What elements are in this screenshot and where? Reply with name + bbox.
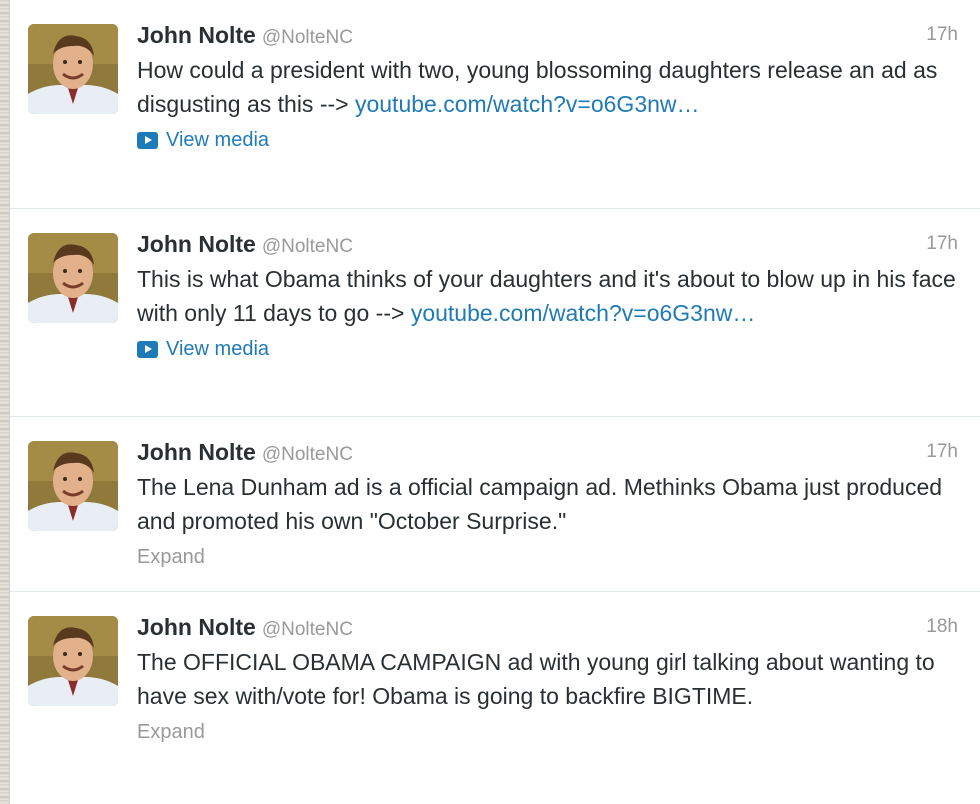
author-handle[interactable]: @NolteNC <box>262 236 353 257</box>
tweet-text: The Lena Dunham ad is a official campaig… <box>137 470 958 538</box>
expand-button[interactable]: Expand <box>137 717 958 747</box>
avatar-photo <box>28 24 118 114</box>
tweet-content: John Nolte @NolteNC 17h How could a presi… <box>137 20 958 155</box>
tweet-content: John Nolte @NolteNC 17h The Lena Dunham a… <box>137 437 958 572</box>
view-media-label: View media <box>166 338 270 360</box>
author-name[interactable]: John Nolte <box>137 439 256 465</box>
twitter-timeline-screenshot: John Nolte @NolteNC 17h How could a presi… <box>0 0 980 804</box>
expand-label: Expand <box>137 546 205 568</box>
expand-button[interactable]: Expand <box>137 542 958 572</box>
tweet-item[interactable]: John Nolte @NolteNC 17h The Lena Dunham a… <box>10 417 980 592</box>
tweet-header: John Nolte @NolteNC 17h <box>137 229 958 259</box>
media-play-icon <box>137 131 158 149</box>
tweet-text: How could a president with two, young bl… <box>137 53 958 121</box>
tweet-content: John Nolte @NolteNC 17h This is what Obam… <box>137 229 958 364</box>
tweet-header: John Nolte @NolteNC 18h <box>137 612 958 642</box>
tweet-item[interactable]: John Nolte @NolteNC 18h The OFFICIAL OBAM… <box>10 592 980 804</box>
media-play-icon <box>137 340 158 358</box>
tweet-text: The OFFICIAL OBAMA CAMPAIGN ad with youn… <box>137 645 958 713</box>
avatar[interactable] <box>28 233 118 323</box>
author-name[interactable]: John Nolte <box>137 22 256 48</box>
tweet-body: The OFFICIAL OBAMA CAMPAIGN ad with youn… <box>137 649 935 709</box>
tweet-link[interactable]: youtube.com/watch?v=o6G3nw… <box>355 91 700 117</box>
window-edge <box>0 0 10 804</box>
author-handle[interactable]: @NolteNC <box>262 619 353 640</box>
tweet-item[interactable]: John Nolte @NolteNC 17h How could a presi… <box>10 0 980 209</box>
avatar-photo <box>28 441 118 531</box>
author-name[interactable]: John Nolte <box>137 614 256 640</box>
tweet-body: The Lena Dunham ad is a official campaig… <box>137 474 943 534</box>
avatar[interactable] <box>28 616 118 706</box>
view-media-button[interactable]: View media <box>137 334 958 364</box>
tweet-timestamp[interactable]: 17h <box>926 20 958 50</box>
expand-label: Expand <box>137 721 205 743</box>
author-handle[interactable]: @NolteNC <box>262 444 353 465</box>
view-media-label: View media <box>166 129 270 151</box>
tweet-timestamp[interactable]: 17h <box>926 229 958 259</box>
avatar-photo <box>28 233 118 323</box>
avatar[interactable] <box>28 24 118 114</box>
tweet-header: John Nolte @NolteNC 17h <box>137 437 958 467</box>
author-name[interactable]: John Nolte <box>137 231 256 257</box>
tweet-timestamp[interactable]: 17h <box>926 437 958 467</box>
author-handle[interactable]: @NolteNC <box>262 27 353 48</box>
avatar[interactable] <box>28 441 118 531</box>
tweet-text: This is what Obama thinks of your daught… <box>137 262 958 330</box>
tweet-link[interactable]: youtube.com/watch?v=o6G3nw… <box>411 300 756 326</box>
tweet-timestamp[interactable]: 18h <box>926 612 958 642</box>
tweet-item[interactable]: John Nolte @NolteNC 17h This is what Obam… <box>10 209 980 417</box>
avatar-photo <box>28 616 118 706</box>
tweet-header: John Nolte @NolteNC 17h <box>137 20 958 50</box>
view-media-button[interactable]: View media <box>137 125 958 155</box>
tweet-content: John Nolte @NolteNC 18h The OFFICIAL OBAM… <box>137 612 958 747</box>
